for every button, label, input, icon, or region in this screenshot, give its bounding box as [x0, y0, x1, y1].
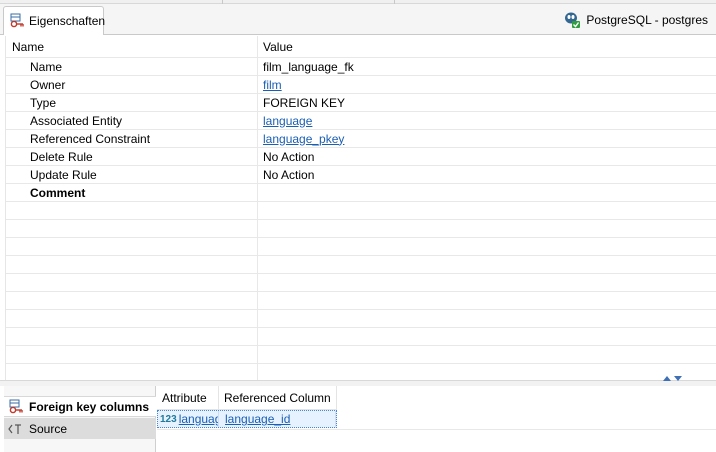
property-label: Comment	[30, 185, 86, 200]
property-row-delete-rule[interactable]: Delete Rule No Action	[6, 148, 716, 166]
property-label: Referenced Constraint	[30, 131, 151, 146]
connection-indicator[interactable]: PostgreSQL - postgres	[563, 10, 708, 30]
referenced-column-cell[interactable]: language_id	[219, 411, 336, 427]
property-row-update-rule[interactable]: Update Rule No Action	[6, 166, 716, 184]
empty-row	[6, 220, 716, 238]
property-label: Owner	[30, 77, 66, 92]
empty-row	[6, 292, 716, 310]
empty-row	[6, 274, 716, 292]
property-row-owner[interactable]: Owner film	[6, 76, 716, 94]
property-value[interactable]: No Action	[257, 166, 716, 183]
side-tabs: Foreign key columns Source	[4, 386, 156, 452]
empty-row	[6, 346, 716, 364]
source-icon	[8, 422, 24, 436]
empty-row	[6, 256, 716, 274]
splitter-arrows[interactable]	[663, 376, 682, 381]
property-row-type[interactable]: Type FOREIGN KEY	[6, 94, 716, 112]
property-value[interactable]: film_language_fk	[257, 58, 716, 75]
side-tab-source[interactable]: Source	[4, 418, 156, 439]
property-row-name[interactable]: Name film_language_fk	[6, 58, 716, 76]
side-tab-label: Source	[29, 421, 68, 436]
property-row-associated-entity[interactable]: Associated Entity language	[6, 112, 716, 130]
postgresql-icon	[563, 11, 581, 29]
tab-label: Eigenschaften	[29, 14, 106, 28]
foreign-key-columns-table: Attribute Referenced Column 123 language…	[157, 386, 716, 452]
property-label: Delete Rule	[30, 149, 93, 164]
property-value[interactable]: FOREIGN KEY	[257, 94, 716, 111]
side-tab-foreign-key-columns[interactable]: Foreign key columns	[4, 396, 156, 417]
grid-header: Name Value	[6, 36, 716, 58]
column-header-value[interactable]: Value	[257, 36, 716, 57]
column-header-attribute[interactable]: Attribute	[157, 386, 219, 410]
property-label: Name	[30, 59, 63, 74]
property-value[interactable]: No Action	[257, 148, 716, 165]
referenced-column-value[interactable]: language_id	[225, 412, 290, 426]
property-label: Associated Entity	[30, 113, 123, 128]
numeric-type-icon: 123	[160, 413, 177, 425]
property-row-referenced-constraint[interactable]: Referenced Constraint language_pkey	[6, 130, 716, 148]
column-header-referenced-column[interactable]: Referenced Column	[219, 386, 337, 410]
properties-grid: Name Value Name film_language_fk Owner f…	[5, 36, 716, 382]
empty-row	[6, 328, 716, 346]
connection-label: PostgreSQL - postgres	[586, 13, 708, 27]
property-value[interactable]	[257, 184, 716, 201]
empty-row	[6, 202, 716, 220]
referenced-constraint-link[interactable]: language_pkey	[263, 132, 344, 146]
table-row[interactable]: 123 language_id language_id	[157, 410, 337, 428]
attribute-value[interactable]: language_id	[179, 412, 218, 426]
owner-link[interactable]: film	[263, 78, 282, 92]
property-label: Type	[30, 95, 57, 110]
side-tab-label: Foreign key columns	[29, 399, 150, 414]
maximize-down-icon[interactable]	[674, 376, 682, 381]
foreign-key-icon	[9, 13, 25, 29]
tab-bar: Eigenschaften PostgreSQL - postgres	[0, 4, 716, 35]
tab-properties[interactable]: Eigenschaften	[3, 6, 106, 35]
empty-row	[6, 238, 716, 256]
empty-row	[6, 310, 716, 328]
property-row-comment[interactable]: Comment	[6, 184, 716, 202]
foreign-key-icon	[8, 399, 24, 415]
fk-table-header: Attribute Referenced Column	[157, 386, 337, 410]
column-header-name[interactable]: Name	[6, 36, 257, 57]
maximize-up-icon[interactable]	[663, 376, 671, 381]
bottom-panel: Foreign key columns Source Attribute Ref…	[0, 386, 716, 452]
empty-row	[157, 429, 716, 430]
associated-entity-link[interactable]: language	[263, 114, 312, 128]
attribute-cell[interactable]: 123 language_id	[158, 411, 219, 427]
property-label: Update Rule	[30, 167, 97, 182]
